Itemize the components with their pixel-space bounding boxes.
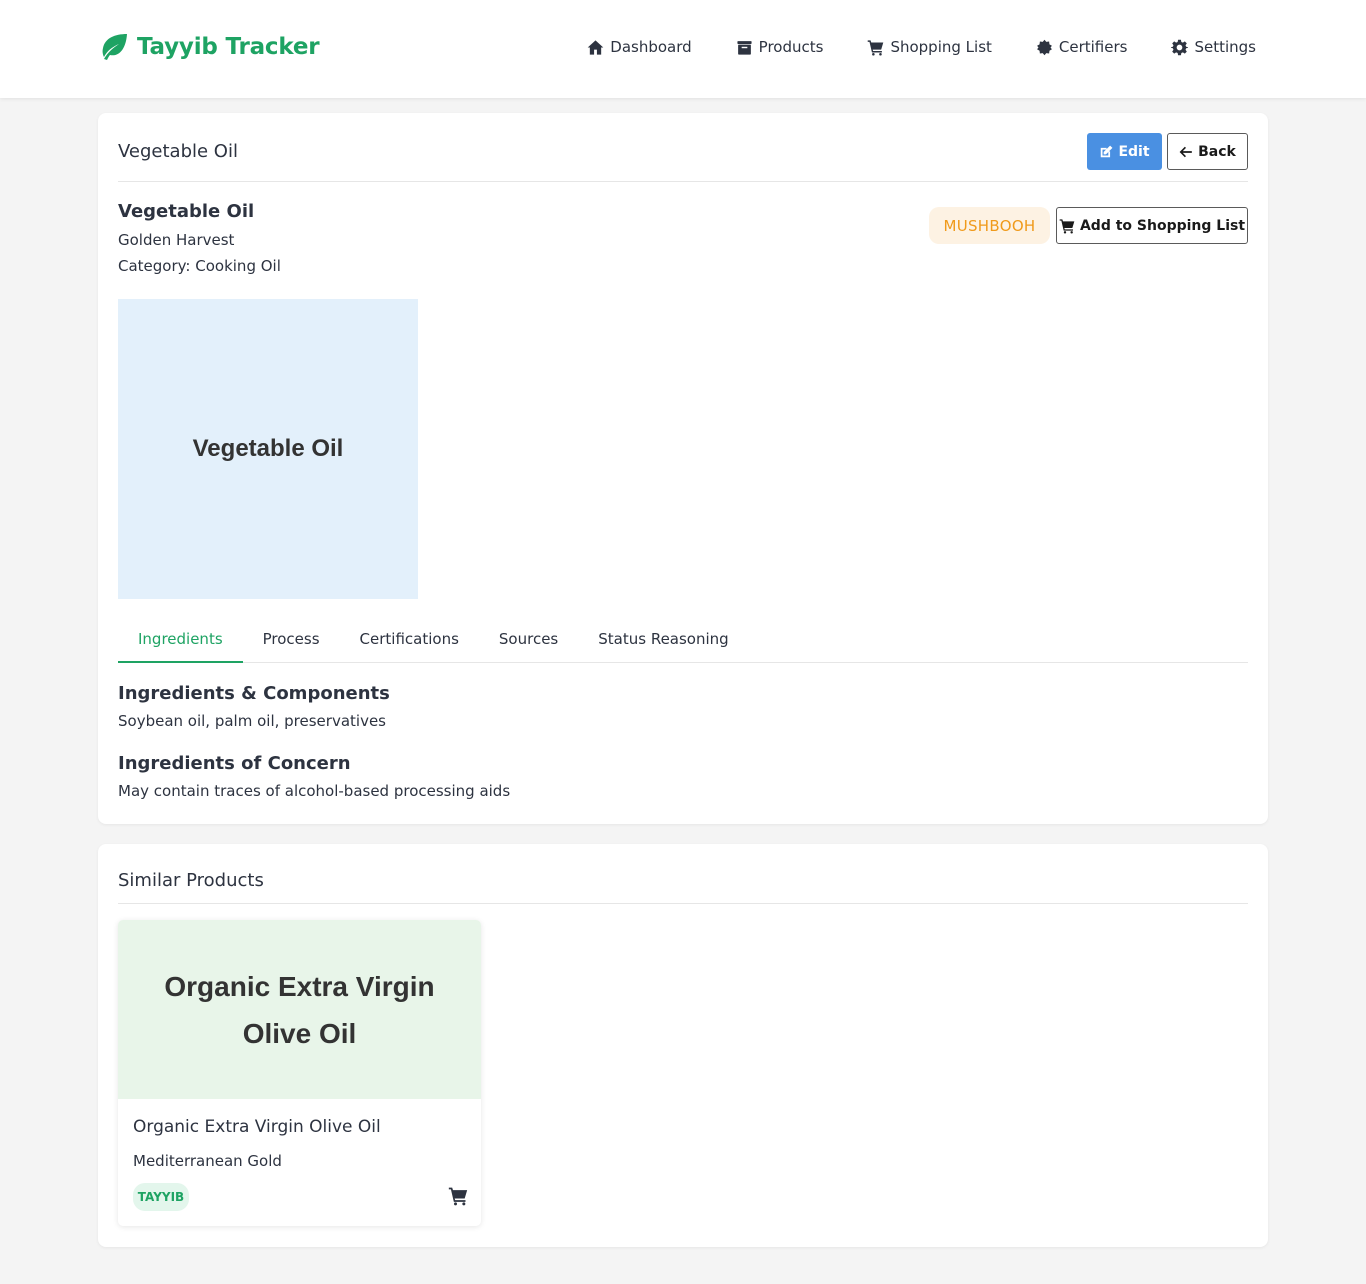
leaf-icon [102,34,127,60]
nav-label: Shopping List [890,38,992,56]
add-to-list-label: Add to Shopping List [1079,217,1246,234]
page-title: Vegetable Oil [118,141,238,162]
nav-item-settings[interactable]: Settings [1171,38,1256,56]
similar-product-image-text: Organic Extra Virgin Olive Oil [164,970,435,1049]
back-label: Back [1198,143,1236,160]
product-brand: Golden Harvest [118,231,235,249]
ingredients-components-text: Soybean oil, palm oil, preservatives [118,712,386,730]
similar-product-card[interactable]: Organic Extra Virgin Olive Oil Organic E… [118,920,481,1226]
tab-certifications[interactable]: Certifications [340,618,479,663]
nav-item-certifiers[interactable]: Certifiers [1036,38,1128,56]
add-to-cart-button[interactable] [448,1186,468,1206]
brand-name: Tayyib Tracker [137,34,320,60]
similar-product-image: Organic Extra Virgin Olive Oil [118,920,481,1099]
card-header: Vegetable Oil [118,113,1248,182]
product-category: Category: Cooking Oil [118,257,281,275]
similar-product-name: Organic Extra Virgin Olive Oil [133,1117,381,1137]
nav-label: Products [758,38,824,56]
ingredients-components-title: Ingredients & Components [118,683,390,704]
tab-ingredients[interactable]: Ingredients [118,618,243,663]
add-to-shopping-list-button[interactable]: Add to Shopping List [1056,207,1248,244]
status-badge: TAYYIB [133,1183,189,1211]
gear-icon [1171,39,1189,55]
cart-icon [868,39,884,56]
tab-sources[interactable]: Sources [479,618,578,663]
ingredients-concern-title: Ingredients of Concern [118,753,351,774]
status-badge: MUSHBOOH [929,207,1050,244]
main-nav: Dashboard Products Shopping List Certifi… [587,38,1256,56]
product-image-text: Vegetable Oil [192,435,344,462]
edit-button[interactable]: Edit [1087,133,1162,170]
product-name: Vegetable Oil [118,201,255,222]
box-icon [737,40,752,55]
similar-products-card: Similar Products Organic Extra Virgin Ol… [98,844,1268,1247]
cart-icon [448,1187,468,1206]
product-image: Vegetable Oil [118,299,418,599]
certificate-icon [1036,39,1052,55]
nav-item-dashboard[interactable]: Dashboard [587,38,692,56]
home-icon [587,39,604,55]
edit-icon [1101,145,1113,157]
arrow-left-icon [1179,146,1192,157]
tab-process[interactable]: Process [243,618,340,663]
tab-status-reasoning[interactable]: Status Reasoning [578,618,748,663]
edit-label: Edit [1118,143,1150,160]
product-detail-card: Vegetable Oil Edit Back Vegetable Oil Go… [98,113,1268,824]
nav-item-shopping-list[interactable]: Shopping List [867,38,992,56]
card-header: Similar Products [118,844,1248,904]
back-button[interactable]: Back [1167,133,1248,170]
similar-product-brand: Mediterranean Gold [133,1152,282,1170]
ingredients-concern-text: May contain traces of alcohol-based proc… [118,782,511,800]
nav-label: Dashboard [610,38,692,56]
similar-products-title: Similar Products [118,870,264,891]
top-navbar: Tayyib Tracker Dashboard Products Shoppi… [0,0,1366,98]
cart-icon [1059,218,1075,234]
brand-logo[interactable]: Tayyib Tracker [97,33,320,61]
nav-label: Settings [1194,38,1256,56]
nav-item-products[interactable]: Products [736,38,824,56]
product-tabs: Ingredients Process Certifications Sourc… [118,618,1248,663]
nav-label: Certifiers [1058,38,1128,56]
